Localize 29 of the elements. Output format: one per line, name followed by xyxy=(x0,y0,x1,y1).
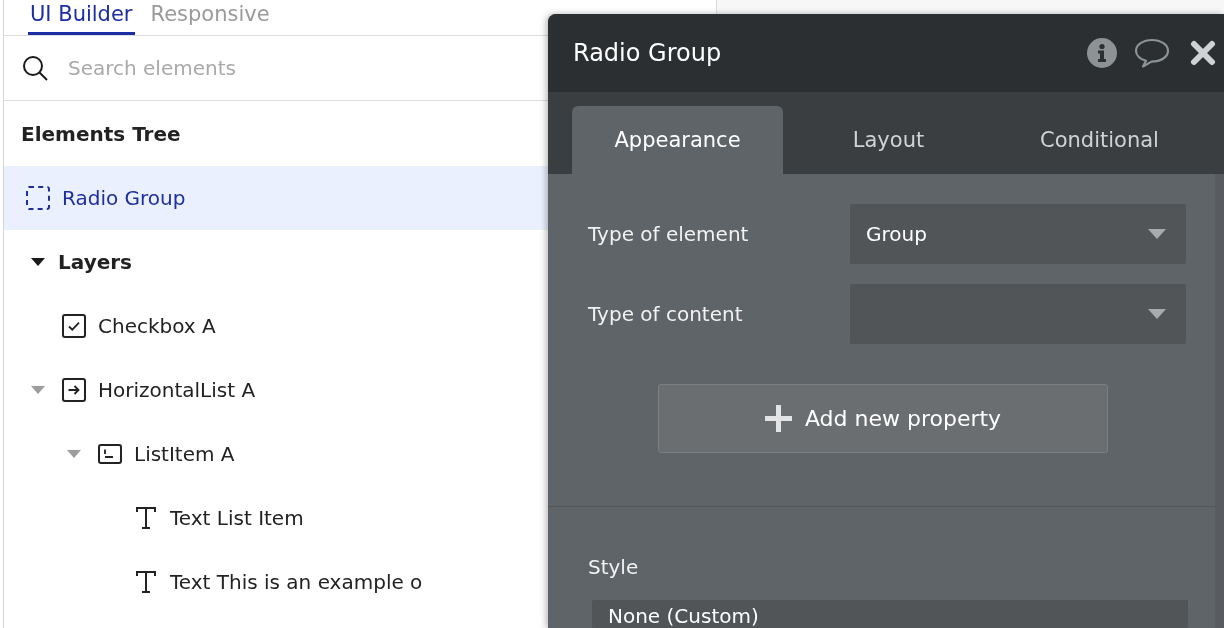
text-icon xyxy=(135,570,157,594)
text-icon xyxy=(135,506,157,530)
field-label: Style xyxy=(588,555,639,579)
tab[interactable]: Conditional xyxy=(994,106,1205,174)
tree-heading: Elements Tree xyxy=(21,121,181,146)
caret-icon xyxy=(1148,309,1166,319)
dropdown-field[interactable] xyxy=(850,284,1186,344)
info-icon[interactable] xyxy=(1087,38,1117,68)
dialog-title: Radio Group xyxy=(573,39,723,67)
caret-icon[interactable] xyxy=(31,258,45,266)
tab[interactable]: Layout xyxy=(783,106,994,174)
checkbox-icon xyxy=(62,314,86,338)
search-field[interactable]: Search elements xyxy=(68,53,508,83)
add-property-button[interactable]: Add new property xyxy=(658,384,1108,453)
dropdown-field[interactable]: None (Custom) xyxy=(592,600,1188,628)
plus-icon xyxy=(764,405,792,432)
scrollbar-track[interactable] xyxy=(1215,174,1224,628)
card-icon xyxy=(98,444,122,464)
tree-item[interactable]: Text List Item xyxy=(4,486,716,550)
tab[interactable]: Appearance xyxy=(572,106,783,174)
close-icon[interactable] xyxy=(1190,40,1216,66)
tab[interactable]: UI Builder xyxy=(28,0,135,35)
dashed-square-icon xyxy=(26,186,50,210)
caret-icon xyxy=(1148,229,1166,239)
search-icon xyxy=(22,55,48,81)
comment-icon[interactable] xyxy=(1134,38,1170,68)
dropdown-field[interactable]: Group xyxy=(850,204,1186,264)
field-label: Type of content xyxy=(588,302,743,326)
arrow-box-icon xyxy=(62,378,86,402)
